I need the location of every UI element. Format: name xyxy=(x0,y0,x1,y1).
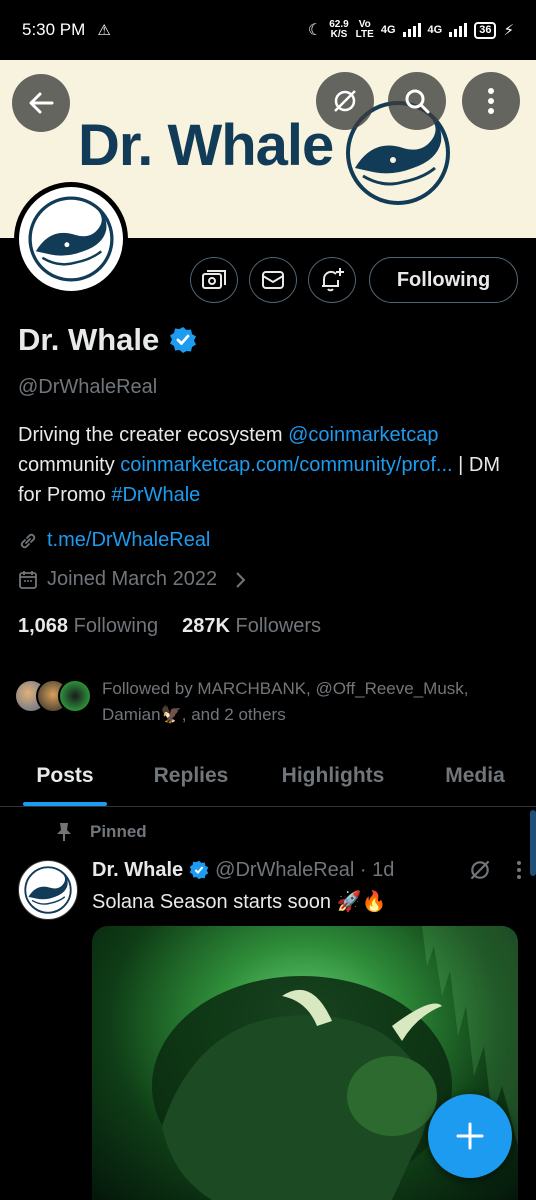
chevron-right-icon xyxy=(236,571,246,588)
followers-label: Followers xyxy=(235,615,322,637)
followed-by-avatars xyxy=(14,679,92,713)
post-author-avatar[interactable] xyxy=(18,860,78,920)
profile-name-row: Dr. Whale xyxy=(18,322,197,358)
tab-media-label: Media xyxy=(445,763,505,787)
tab-replies-label: Replies xyxy=(153,763,229,787)
warning-triangle-icon: ⚠ xyxy=(97,22,111,39)
verified-badge-icon[interactable] xyxy=(169,326,197,354)
following-label: Following xyxy=(73,615,159,637)
compose-post-button[interactable] xyxy=(428,1094,512,1178)
post-author-handle: @DrWhaleReal · 1d xyxy=(215,858,395,881)
subscribe-money-icon xyxy=(202,270,226,289)
battery-icon: 36 xyxy=(474,21,497,39)
grok-button[interactable] xyxy=(316,72,374,130)
tab-posts-label: Posts xyxy=(36,763,94,787)
more-options-button[interactable] xyxy=(462,72,520,130)
followed-by-row[interactable]: Followed by MARCHBANK, @Off_Reeve_Musk, … xyxy=(14,676,522,728)
subscribe-button[interactable] xyxy=(190,257,238,303)
tab-media[interactable]: Media xyxy=(414,745,536,806)
calendar-icon xyxy=(19,570,37,589)
follower-avatar xyxy=(58,679,92,713)
charging-icon: ⚡ xyxy=(503,22,514,39)
profile-bio: Driving the creater ecosystem @coinmarke… xyxy=(18,420,518,510)
notifications-button[interactable] xyxy=(308,257,356,303)
bio-hashtag-link[interactable]: #DrWhale xyxy=(111,484,200,506)
following-button[interactable]: Following xyxy=(369,257,518,303)
profile-avatar[interactable] xyxy=(14,182,128,296)
whale-avatar-icon xyxy=(24,866,72,914)
avatar-image xyxy=(19,187,123,291)
bio-url-link[interactable]: coinmarketcap.com/community/prof... xyxy=(120,454,452,476)
link-icon xyxy=(20,533,36,548)
profile-handle: @DrWhaleReal xyxy=(18,376,158,398)
followers-count-link[interactable]: 287K Followers xyxy=(182,615,321,638)
network-type-1: 4G xyxy=(380,24,396,36)
envelope-icon xyxy=(262,271,284,289)
back-button[interactable] xyxy=(12,74,70,132)
bell-plus-icon xyxy=(322,268,344,292)
vertical-dots-icon xyxy=(488,88,494,114)
website-row: t.me/DrWhaleReal xyxy=(18,529,210,552)
profile-tabs: Posts Replies Highlights Media xyxy=(0,745,536,807)
grok-icon[interactable] xyxy=(468,858,492,882)
grok-icon xyxy=(334,90,356,112)
website-link[interactable]: t.me/DrWhaleReal xyxy=(47,529,210,552)
volte-indicator: Vo LTE xyxy=(356,20,374,40)
joined-date: Joined March 2022 xyxy=(47,568,218,590)
speed-unit: K/S xyxy=(330,29,348,40)
post-more-icon[interactable] xyxy=(516,860,522,880)
bio-mention-link[interactable]: @coinmarketcap xyxy=(288,424,438,446)
moon-icon: ☾ xyxy=(307,22,323,39)
active-tab-indicator xyxy=(23,802,107,806)
search-icon xyxy=(405,89,430,114)
bio-text-2: community xyxy=(18,454,121,476)
scrollbar[interactable] xyxy=(530,810,536,876)
pin-icon xyxy=(57,823,71,841)
tab-posts[interactable]: Posts xyxy=(0,745,130,806)
pinned-indicator: Pinned xyxy=(56,822,147,842)
status-time: 5:30 PM xyxy=(22,20,86,39)
post-header: Dr. Whale @DrWhaleReal · 1d xyxy=(92,858,522,882)
follow-counts: 1,068 Following 287K Followers xyxy=(18,615,321,638)
back-arrow-icon xyxy=(29,92,54,114)
plus-icon xyxy=(456,1122,484,1150)
followers-count: 287K xyxy=(182,615,230,637)
status-bar: 5:30 PM ⚠ ☾ 62.9 K/S Vo LTE 4G 4G 36 ⚡ xyxy=(0,0,536,60)
tab-highlights-label: Highlights xyxy=(281,763,385,787)
signal-icon-2 xyxy=(449,23,468,37)
banner-title: Dr. Whale xyxy=(78,113,334,178)
following-count-link[interactable]: 1,068 Following xyxy=(18,615,158,638)
message-button[interactable] xyxy=(249,257,297,303)
followed-by-text: Followed by MARCHBANK, @Off_Reeve_Musk, … xyxy=(102,679,469,724)
signal-icon xyxy=(402,23,421,37)
profile-name: Dr. Whale xyxy=(18,322,160,357)
post-text: Solana Season starts soon 🚀🔥 xyxy=(92,891,387,913)
search-button[interactable] xyxy=(388,72,446,130)
tab-highlights[interactable]: Highlights xyxy=(252,745,414,806)
whale-avatar-icon xyxy=(28,196,114,282)
pinned-label: Pinned xyxy=(90,822,147,841)
verified-badge-icon xyxy=(189,860,209,880)
network-speed: 62.9 K/S xyxy=(329,20,348,40)
tab-replies[interactable]: Replies xyxy=(130,745,252,806)
network-type-2: 4G xyxy=(427,24,443,36)
joined-row[interactable]: Joined March 2022 xyxy=(18,568,248,591)
volte-bottom: LTE xyxy=(355,29,374,40)
post-author-name[interactable]: Dr. Whale xyxy=(92,859,183,882)
bio-text-1: Driving the creater ecosystem xyxy=(18,424,289,446)
status-indicators: ☾ 62.9 K/S Vo LTE 4G 4G 36 ⚡ xyxy=(308,20,514,40)
following-count: 1,068 xyxy=(18,615,69,637)
